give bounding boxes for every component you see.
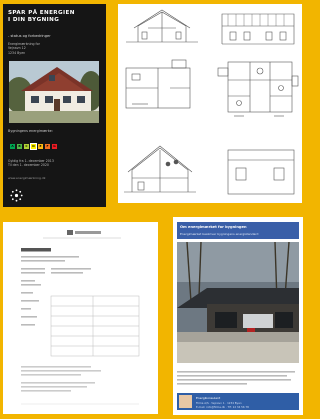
carport-photo <box>177 242 299 363</box>
document-footer-lines <box>21 366 101 392</box>
rating-b-box: B <box>17 144 22 149</box>
photo-caption-lines <box>177 371 295 385</box>
photo-page-heading: Om energimærket for bygningen <box>180 225 247 229</box>
document-table <box>50 295 140 357</box>
contact-name: Energikonsulent <box>196 396 221 400</box>
cover-website: www.energimærkning.dk <box>8 176 46 180</box>
rating-c-box: C <box>24 144 29 149</box>
agency-logo-icon <box>10 189 23 202</box>
cover-subtitle: - status og forbedringer <box>8 34 51 38</box>
document-heading-line <box>21 248 51 252</box>
elevation-view-top <box>221 13 295 45</box>
validity-dates: Gyldig fra 1. december 2013 Til den 1. d… <box>8 159 54 168</box>
rating-a-box: A <box>10 144 15 149</box>
rating-label: Bygningens energimærke: <box>8 129 53 133</box>
energy-label-cover: SPAR PÅ ENERGIEN I DIN BYGNING - status … <box>3 4 106 207</box>
energy-rating-scale: ABCDEFG <box>10 143 57 150</box>
document-body <box>21 230 140 405</box>
floor-plan-drawings-page <box>118 4 302 203</box>
house-photo <box>9 61 99 123</box>
rating-f-box: F <box>45 144 50 149</box>
rating-g-box: G <box>52 144 57 149</box>
cover-address: Energimærkning for Vejnavn 12 1234 Byen <box>8 42 40 55</box>
elevation-view-bottom <box>227 149 295 195</box>
rating-e-box: E <box>38 144 43 149</box>
rating-d-box: D <box>30 143 37 150</box>
floor-plan-right <box>217 61 299 117</box>
architectural-drawings <box>124 9 299 195</box>
energy-label-document-page <box>3 222 158 414</box>
section-view-top <box>126 9 198 43</box>
photo-page-header: Om energimærket for bygningen Energimærk… <box>177 222 299 239</box>
contact-details: E-mail: info@firma.dk · Tlf: 12 34 56 78 <box>196 404 249 409</box>
contact-box: Energikonsulent Firma A/S · Vejnavn 1 · … <box>177 393 299 410</box>
document-logo <box>43 230 121 239</box>
document-text-lines <box>21 256 91 326</box>
floor-plan-left <box>125 59 191 109</box>
photo-page-subheading: Energimærket beskriver bygningens energi… <box>180 232 259 236</box>
section-view-bottom <box>124 145 196 193</box>
consultant-avatar <box>179 395 192 408</box>
cover-title: SPAR PÅ ENERGIEN I DIN BYGNING <box>8 10 75 23</box>
building-photo-page: Om energimærket for bygningen Energimærk… <box>173 217 303 415</box>
